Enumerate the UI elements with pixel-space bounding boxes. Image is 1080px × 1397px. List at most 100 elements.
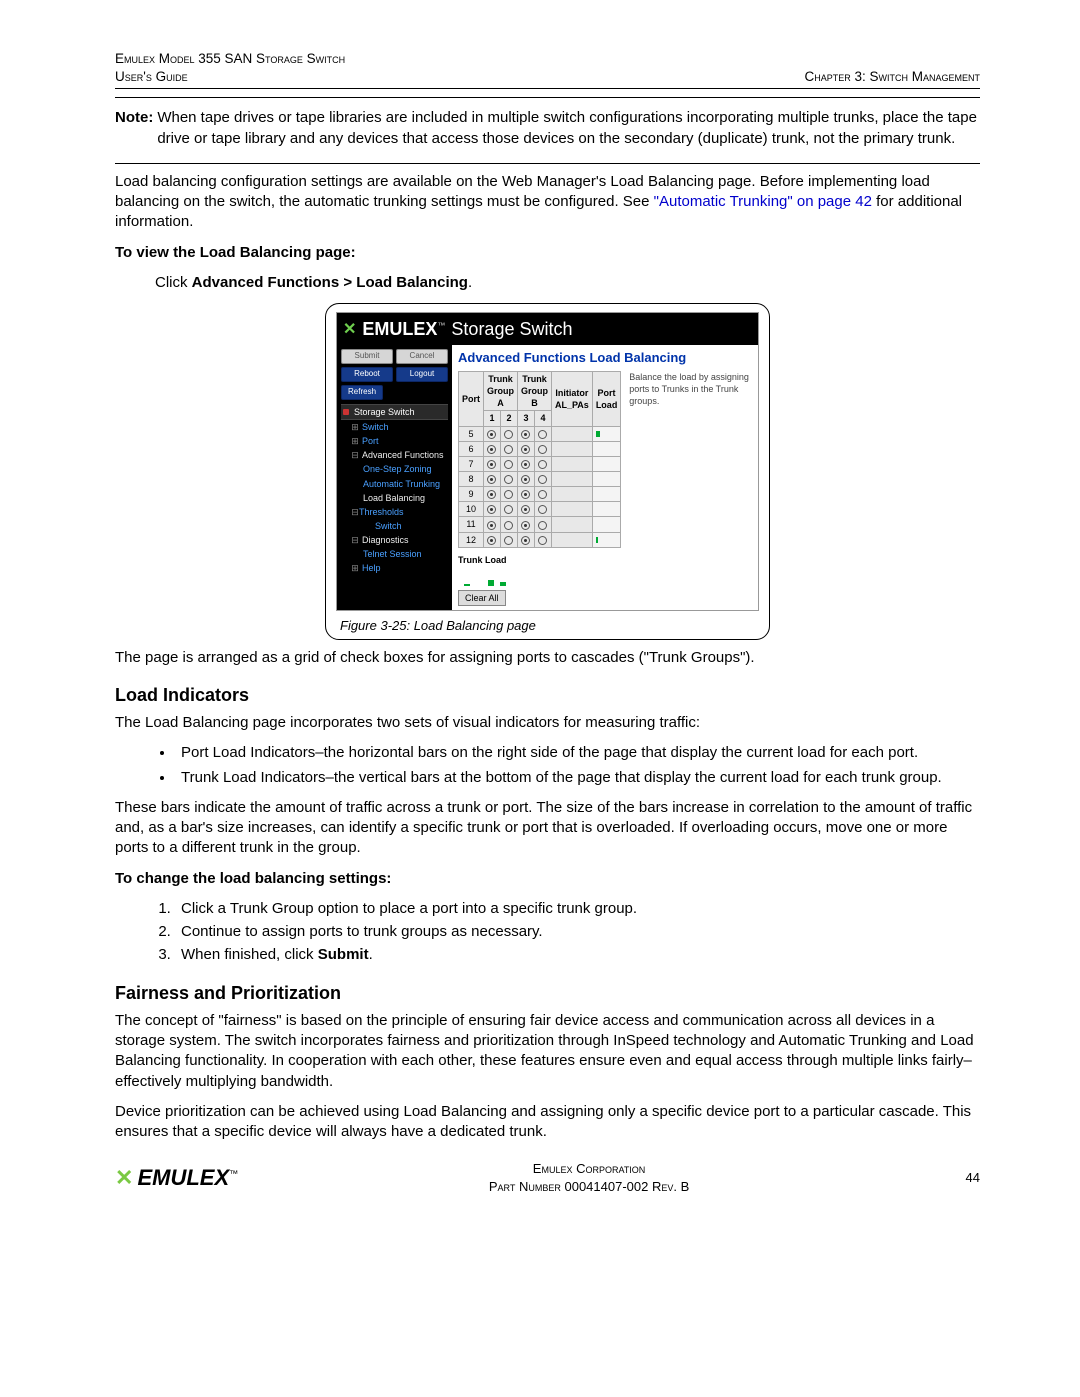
th-initiator: Initiator AL_PAs: [551, 372, 592, 427]
refresh-button[interactable]: Refresh: [341, 385, 383, 400]
th-col-1: 1: [484, 411, 501, 426]
radio-button[interactable]: [487, 536, 496, 545]
radio-button[interactable]: [504, 430, 513, 439]
app-window: ✕ EMULEX™ Storage Switch Submit Cancel R…: [336, 312, 759, 611]
app-titlebar: ✕ EMULEX™ Storage Switch: [337, 313, 758, 345]
radio-button[interactable]: [487, 490, 496, 499]
th-trunk-b: Trunk Group B: [517, 372, 551, 411]
trademark-icon: ™: [229, 1169, 238, 1179]
radio-button[interactable]: [538, 445, 547, 454]
radio-button[interactable]: [487, 430, 496, 439]
radio-button[interactable]: [521, 460, 530, 469]
figure-caption: Figure 3-25: Load Balancing page: [340, 617, 759, 635]
radio-button[interactable]: [487, 521, 496, 530]
content-title: Advanced Functions Load Balancing: [458, 349, 752, 367]
th-col-2: 2: [500, 411, 517, 426]
radio-button[interactable]: [521, 430, 530, 439]
radio-button[interactable]: [538, 430, 547, 439]
radio-button[interactable]: [538, 460, 547, 469]
nav-load-balancing[interactable]: Load Balancing: [341, 491, 448, 505]
port-load-bar: [596, 431, 600, 437]
text: .: [468, 274, 472, 291]
radio-button[interactable]: [487, 445, 496, 454]
nav-port[interactable]: ⊞Port: [341, 434, 448, 448]
nav-help[interactable]: ⊞Help: [341, 561, 448, 575]
expand-icon[interactable]: ⊞: [351, 562, 359, 574]
list-item: Trunk Load Indicators–the vertical bars …: [175, 768, 980, 788]
port-cell: 5: [459, 426, 484, 441]
note-label: Note:: [115, 108, 153, 149]
footer-part-number: Part Number 00041407-002 Rev. B: [238, 1178, 940, 1196]
radio-button[interactable]: [521, 521, 530, 530]
nav-diagnostics[interactable]: ⊟Diagnostics: [341, 533, 448, 547]
th-port-load: Port Load: [592, 372, 620, 427]
radio-button[interactable]: [538, 521, 547, 530]
logo-text: EMULEX: [137, 1165, 229, 1190]
nav-thresholds[interactable]: ⊟Thresholds: [341, 505, 448, 519]
reboot-button[interactable]: Reboot: [341, 367, 393, 382]
radio-button[interactable]: [504, 536, 513, 545]
nav-advanced-functions[interactable]: ⊟Advanced Functions: [341, 448, 448, 462]
th-col-3: 3: [517, 411, 534, 426]
nav-switch[interactable]: ⊞Switch: [341, 420, 448, 434]
numbered-list: Click a Trunk Group option to place a po…: [155, 899, 980, 966]
logo-icon: ✕: [115, 1163, 133, 1193]
expand-icon[interactable]: ⊞: [351, 435, 359, 447]
footer-company: Emulex Corporation: [238, 1160, 940, 1178]
nav-root[interactable]: Storage Switch: [341, 404, 448, 420]
body-text: The Load Balancing page incorporates two…: [115, 713, 980, 733]
list-item: Click a Trunk Group option to place a po…: [175, 899, 980, 919]
radio-button[interactable]: [538, 490, 547, 499]
radio-button[interactable]: [504, 460, 513, 469]
radio-button[interactable]: [504, 475, 513, 484]
page-footer: ✕ EMULEX™ Emulex Corporation Part Number…: [115, 1160, 980, 1195]
section-heading-load-indicators: Load Indicators: [115, 683, 980, 707]
collapse-icon[interactable]: ⊟: [351, 534, 359, 546]
th-trunk-a: Trunk Group A: [484, 372, 518, 411]
radio-button[interactable]: [521, 536, 530, 545]
list-item: When finished, click Submit.: [175, 945, 980, 965]
radio-button[interactable]: [487, 460, 496, 469]
node-icon: [343, 409, 349, 415]
text: When finished, click: [181, 946, 318, 963]
cross-ref-link[interactable]: "Automatic Trunking" on page 42: [654, 193, 872, 210]
procedure-heading: To change the load balancing settings:: [115, 869, 980, 889]
radio-button[interactable]: [504, 445, 513, 454]
radio-button[interactable]: [521, 445, 530, 454]
header-doc-type: User's Guide: [115, 68, 345, 86]
radio-button[interactable]: [521, 505, 530, 514]
nav-automatic-trunking[interactable]: Automatic Trunking: [341, 477, 448, 491]
logout-button[interactable]: Logout: [396, 367, 448, 382]
trunk-load-area: Trunk Load Clear All: [458, 554, 752, 606]
radio-button[interactable]: [487, 505, 496, 514]
nav-one-step-zoning[interactable]: One-Step Zoning: [341, 462, 448, 476]
body-text: The concept of "fairness" is based on th…: [115, 1011, 980, 1092]
header-chapter: Chapter 3: Switch Management: [804, 68, 980, 86]
body-text: The page is arranged as a grid of check …: [115, 648, 980, 668]
radio-button[interactable]: [521, 490, 530, 499]
nav-telnet-session[interactable]: Telnet Session: [341, 547, 448, 561]
hint-text: Balance the load by assigning ports to T…: [629, 371, 752, 407]
cancel-button[interactable]: Cancel: [396, 349, 448, 364]
port-cell: 9: [459, 487, 484, 502]
radio-button[interactable]: [521, 475, 530, 484]
nav-pane: Submit Cancel Reboot Logout Refresh Stor…: [337, 345, 452, 610]
radio-button[interactable]: [538, 536, 547, 545]
radio-button[interactable]: [504, 521, 513, 530]
expand-icon[interactable]: ⊞: [351, 421, 359, 433]
collapse-icon[interactable]: ⊟: [351, 506, 359, 518]
procedure-step: Click Advanced Functions > Load Balancin…: [155, 273, 980, 293]
collapse-icon[interactable]: ⊟: [351, 449, 359, 461]
brand: EMULEX: [362, 319, 437, 339]
menu-path: Advanced Functions > Load Balancing: [192, 274, 468, 291]
clear-all-button[interactable]: Clear All: [458, 590, 506, 606]
radio-button[interactable]: [504, 505, 513, 514]
divider: [115, 163, 980, 164]
trunk-load-bar: [500, 582, 506, 586]
radio-button[interactable]: [487, 475, 496, 484]
radio-button[interactable]: [538, 505, 547, 514]
radio-button[interactable]: [504, 490, 513, 499]
submit-button[interactable]: Submit: [341, 349, 393, 364]
radio-button[interactable]: [538, 475, 547, 484]
nav-thresholds-switch[interactable]: Switch: [341, 519, 448, 533]
